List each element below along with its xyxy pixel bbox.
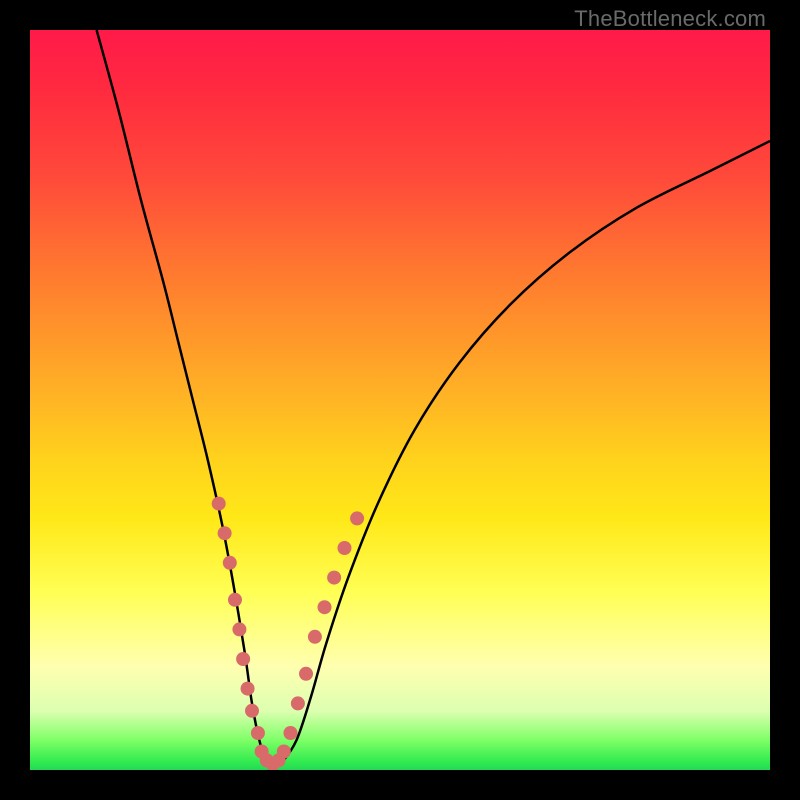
highlight-marker bbox=[277, 745, 291, 759]
highlight-marker bbox=[212, 497, 226, 511]
highlight-marker bbox=[350, 511, 364, 525]
plot-area bbox=[30, 30, 770, 770]
highlight-marker bbox=[327, 571, 341, 585]
highlight-marker bbox=[338, 541, 352, 555]
highlight-marker bbox=[299, 667, 313, 681]
highlight-marker bbox=[232, 622, 246, 636]
highlight-marker bbox=[283, 726, 297, 740]
curve-layer bbox=[30, 30, 770, 770]
highlight-marker bbox=[308, 630, 322, 644]
highlight-marker bbox=[318, 600, 332, 614]
highlight-markers bbox=[212, 497, 364, 770]
bottleneck-curve bbox=[97, 30, 770, 766]
highlight-marker bbox=[228, 593, 242, 607]
highlight-marker bbox=[251, 726, 265, 740]
highlight-marker bbox=[291, 696, 305, 710]
highlight-marker bbox=[241, 682, 255, 696]
highlight-marker bbox=[223, 556, 237, 570]
chart-frame: TheBottleneck.com bbox=[0, 0, 800, 800]
attribution-text: TheBottleneck.com bbox=[574, 6, 766, 32]
highlight-marker bbox=[236, 652, 250, 666]
highlight-marker bbox=[218, 526, 232, 540]
highlight-marker bbox=[245, 704, 259, 718]
